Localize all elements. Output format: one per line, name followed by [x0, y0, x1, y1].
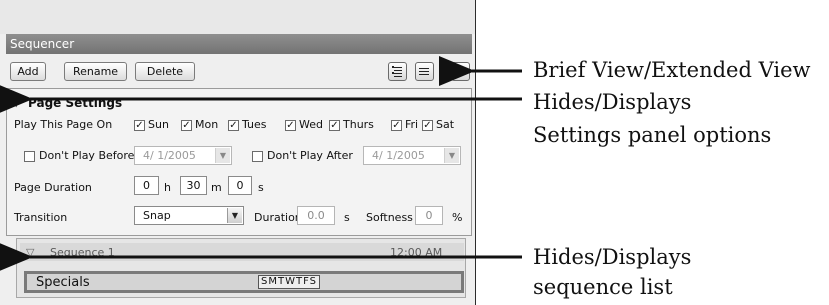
sequence-callout-line1: Hides/Displays [533, 245, 692, 269]
brief-extended-callout: Brief View/Extended View [533, 58, 811, 82]
callout-arrows [0, 56, 522, 272]
settings-callout-line2: Settings panel options [533, 123, 772, 147]
settings-callout-line1: Hides/Displays [533, 90, 692, 114]
sequence-callout-line2: sequence list [533, 275, 673, 299]
